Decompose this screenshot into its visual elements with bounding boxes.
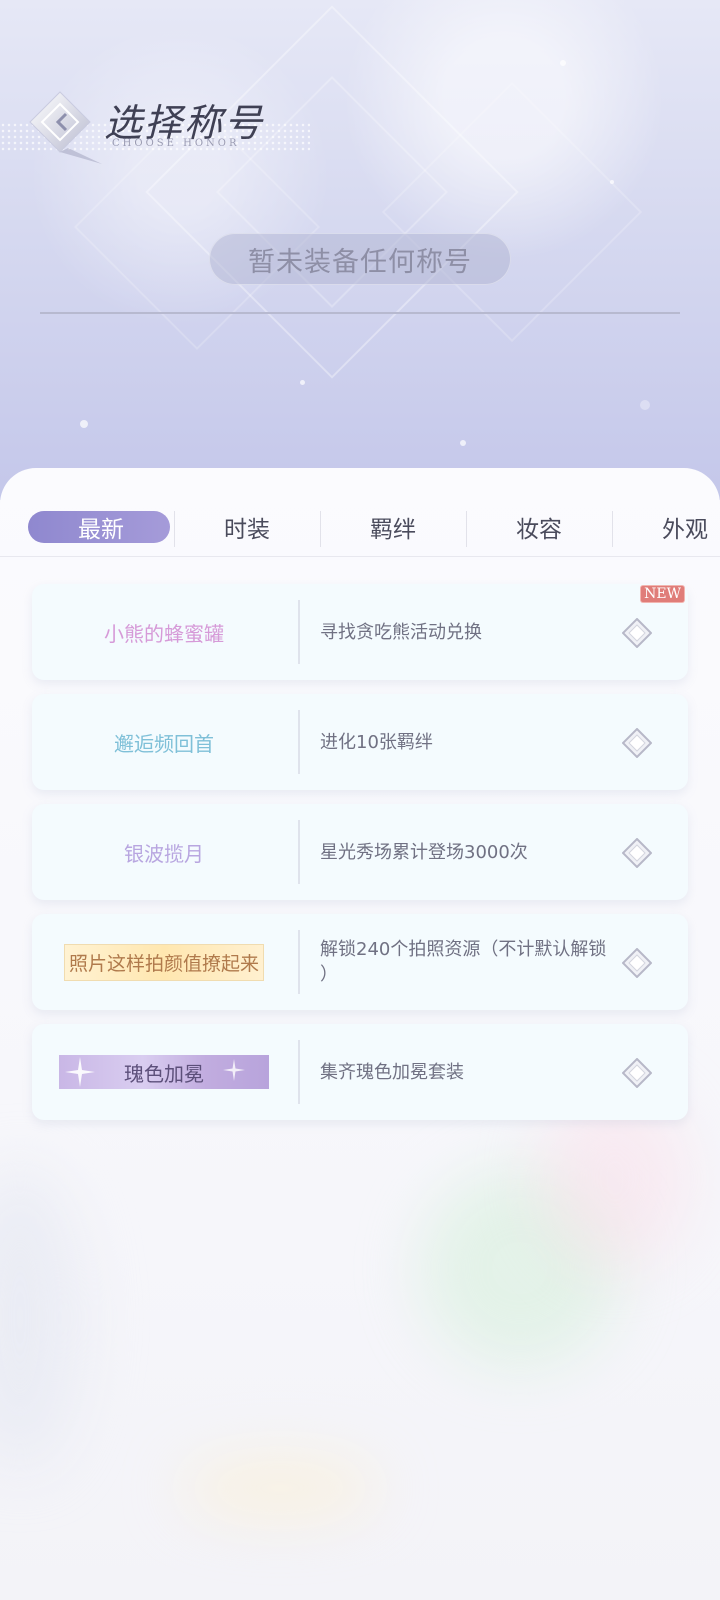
sparkle [80, 420, 88, 428]
diamond-icon[interactable] [622, 948, 652, 978]
card-separator [298, 710, 300, 774]
diamond-icon[interactable] [622, 728, 652, 758]
honor-name: 瑰色加冕 [124, 1061, 204, 1086]
tab-bar: 最新 时装 羁绊 妆容 外观 [0, 498, 720, 557]
honor-description: 星光秀场累计登场3000次 [320, 841, 528, 863]
honor-name: 小熊的蜂蜜罐 [104, 621, 224, 646]
honor-name-frame: 瑰色加冕 [32, 1024, 296, 1120]
diamond-icon[interactable] [622, 838, 652, 868]
back-button[interactable] [28, 90, 102, 164]
card-separator [298, 600, 300, 664]
sparkle [460, 440, 466, 446]
current-honor-display: 暂未装备任何称号 [209, 233, 511, 285]
tab-appearance[interactable]: 外观 [612, 498, 720, 556]
header-divider [40, 312, 680, 314]
card-separator [298, 820, 300, 884]
honor-name-frame: 照片这样拍颜值撩起来 [32, 914, 296, 1010]
sparkle-icon [223, 1059, 245, 1081]
honor-name: 邂逅频回首 [114, 731, 214, 756]
diamond-icon[interactable] [622, 618, 652, 648]
decor-glow [180, 1458, 380, 1518]
tab-makeup[interactable]: 妆容 [466, 498, 612, 556]
honor-panel: 最新 时装 羁绊 妆容 外观 小熊的蜂蜜罐 寻找贪吃熊活动兑换 NEW 邂逅频回… [0, 468, 720, 1600]
tab-bond[interactable]: 羁绊 [320, 498, 466, 556]
honor-card[interactable]: 瑰色加冕 集齐瑰色加冕套装 [32, 1024, 688, 1120]
honor-description: 集齐瑰色加冕套装 [320, 1061, 464, 1083]
sparkle [300, 380, 305, 385]
honor-name-banner: 瑰色加冕 [59, 1055, 269, 1089]
tab-fashion[interactable]: 时装 [174, 498, 320, 556]
honor-name: 照片这样拍颜值撩起来 [63, 943, 264, 981]
honor-card[interactable]: 小熊的蜂蜜罐 寻找贪吃熊活动兑换 NEW [32, 584, 688, 680]
card-separator [298, 930, 300, 994]
page-subtitle: CHOOSE HONOR [112, 138, 240, 149]
sparkle [610, 180, 614, 184]
decor-glow [0, 1168, 80, 1468]
back-arrow-icon [29, 91, 102, 164]
card-separator [298, 1040, 300, 1104]
tab-latest[interactable]: 最新 [28, 498, 174, 556]
honor-card[interactable]: 照片这样拍颜值撩起来 解锁240个拍照资源（不计默认解锁 ） [32, 914, 688, 1010]
diamond-icon[interactable] [622, 1058, 652, 1088]
honor-card[interactable]: 邂逅频回首 进化10张羁绊 [32, 694, 688, 790]
tab-label: 外观 [662, 517, 708, 543]
sparkle-icon [65, 1057, 95, 1087]
tab-label: 妆容 [516, 517, 562, 543]
honor-description: 寻找贪吃熊活动兑换 [320, 621, 482, 643]
sparkle [560, 60, 566, 66]
new-badge: NEW [641, 586, 684, 602]
honor-description: 进化10张羁绊 [320, 731, 433, 753]
honor-description: 解锁240个拍照资源（不计默认解锁 ） [320, 939, 607, 985]
tab-label: 时装 [224, 517, 270, 543]
sparkle [640, 400, 650, 410]
tab-label: 羁绊 [370, 517, 416, 543]
honor-name: 银波揽月 [124, 841, 204, 866]
honor-card[interactable]: 银波揽月 星光秀场累计登场3000次 [32, 804, 688, 900]
tab-label: 最新 [78, 517, 124, 543]
